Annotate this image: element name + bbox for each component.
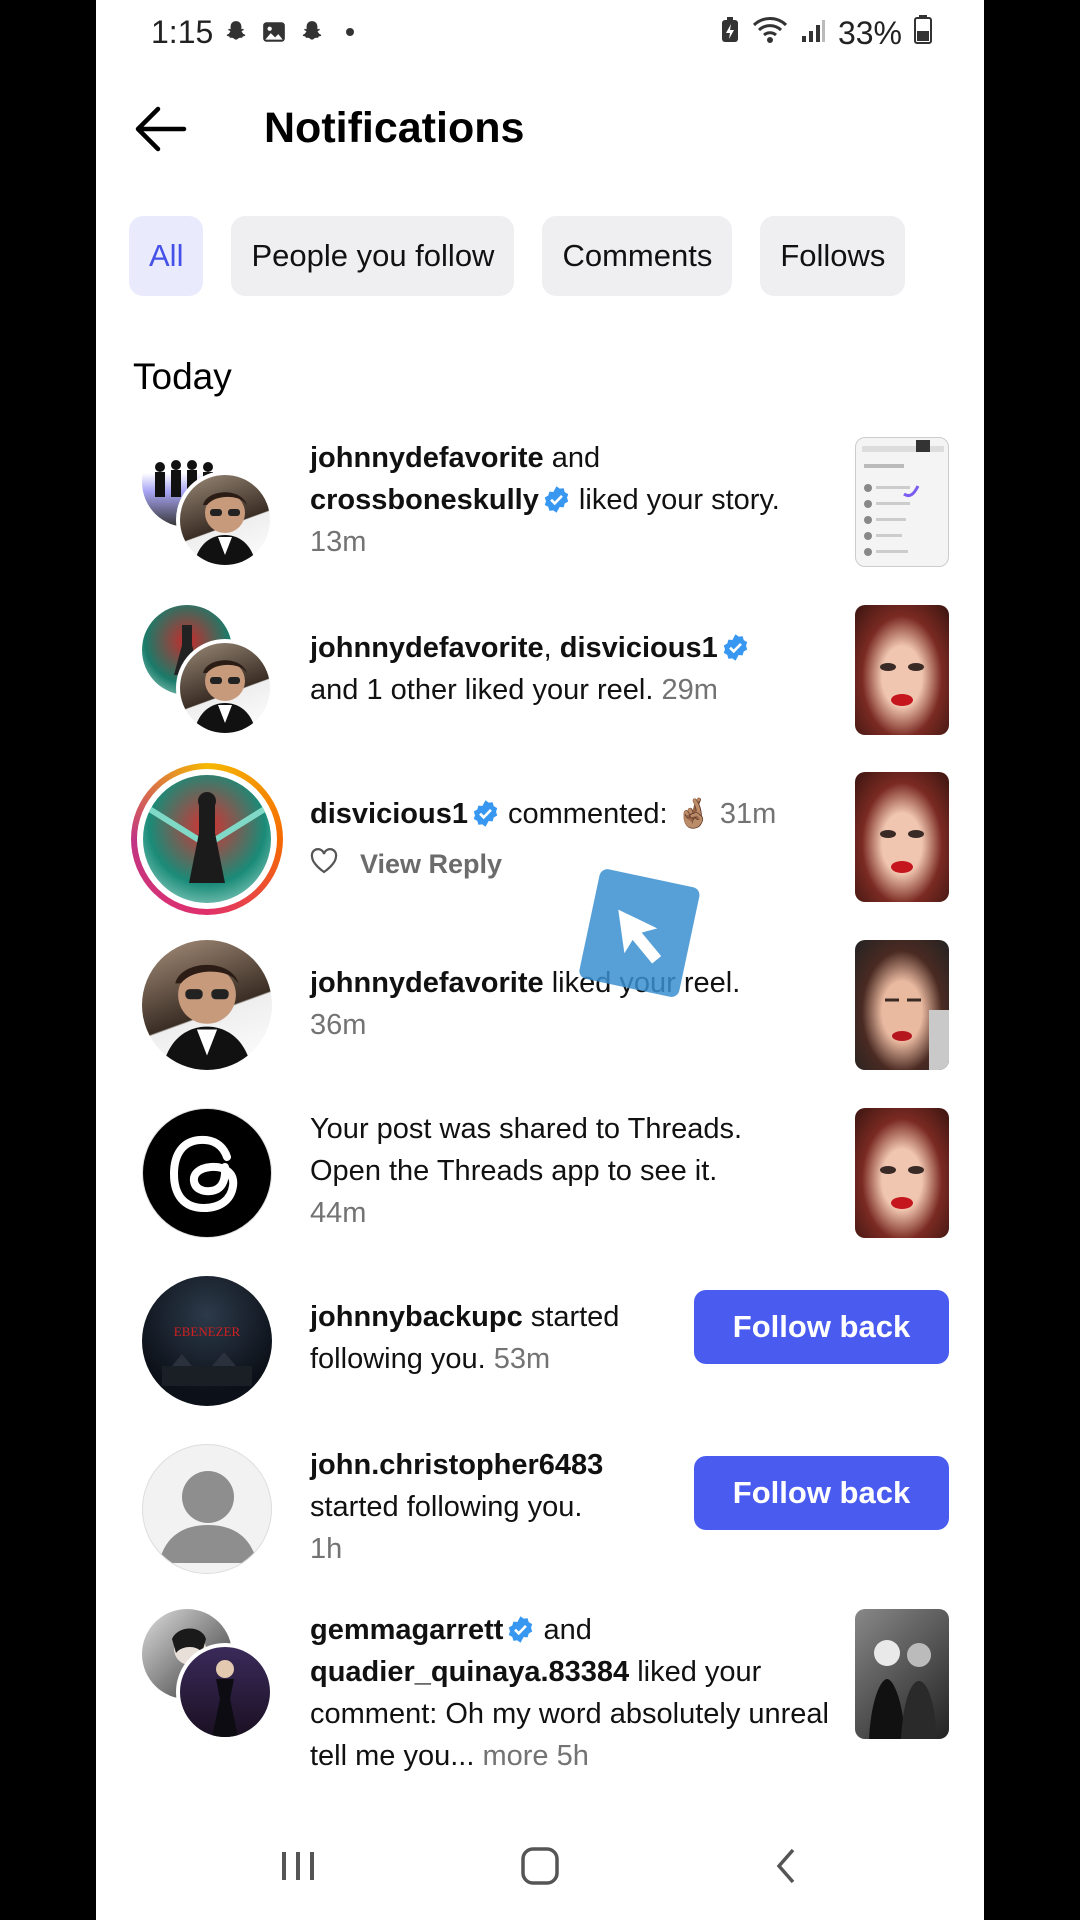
pointer-cursor-icon (564, 855, 714, 1015)
recents-icon[interactable] (268, 1836, 328, 1896)
snapchat-icon (298, 18, 326, 46)
tab-all[interactable]: All (129, 216, 204, 296)
timestamp: 29m (661, 674, 718, 706)
timestamp: 31m (719, 798, 777, 830)
notification-row[interactable]: john.christopher6483 started following y… (96, 1444, 984, 1574)
gallery-icon (260, 18, 288, 46)
filter-tabs: All People you follow Comments Follows (129, 216, 906, 296)
more-link[interactable]: more (474, 1740, 548, 1772)
tab-comments[interactable]: Comments (542, 216, 733, 296)
app-header: Notifications (96, 90, 984, 170)
username[interactable]: johnnybackupc (310, 1301, 523, 1333)
threads-logo-icon[interactable] (142, 1108, 272, 1238)
reel-thumbnail[interactable] (855, 1108, 949, 1238)
timestamp: 44m (310, 1197, 367, 1229)
reel-thumbnail[interactable] (855, 940, 949, 1070)
notification-row[interactable]: EBENEZER johnnybackupc started following… (96, 1276, 984, 1406)
timestamp: 13m (310, 526, 367, 558)
status-bar: 1:15 33% (96, 0, 984, 70)
back-arrow-icon[interactable] (132, 104, 188, 154)
status-system-icons: 33% (720, 14, 932, 52)
notification-row[interactable]: johnnydefavorite, disvicious1 and 1 othe… (96, 605, 984, 737)
username[interactable]: crossboneskully (310, 484, 539, 516)
reply-actions: View Reply (310, 848, 502, 881)
verified-badge-icon (542, 484, 571, 513)
avatar[interactable]: EBENEZER (142, 1276, 272, 1406)
avatar[interactable] (142, 940, 272, 1070)
follow-back-button[interactable]: Follow back (694, 1456, 949, 1530)
avatar[interactable] (176, 1643, 274, 1741)
signal-icon (800, 15, 826, 52)
status-time: 1:15 (151, 14, 214, 50)
username[interactable]: johnnydefavorite (310, 442, 544, 474)
tab-people-you-follow[interactable]: People you follow (231, 216, 515, 296)
notification-row[interactable]: johnnydefavorite liked your reel. 36m (96, 940, 984, 1070)
timestamp: 1h (310, 1533, 343, 1565)
notification-row[interactable]: gemmagarrett and quadier_quinaya.83384 l… (96, 1609, 984, 1779)
battery-saver-icon (720, 15, 740, 52)
heart-icon[interactable] (310, 848, 338, 881)
system-nav-bar (96, 1808, 984, 1920)
avatar[interactable] (176, 639, 274, 737)
tab-follows[interactable]: Follows (760, 216, 906, 296)
notifications-screen: 1:15 33% Notifications All People you fo… (96, 0, 984, 1920)
verified-badge-icon (506, 1614, 535, 1643)
battery-percent: 33% (837, 14, 902, 51)
username[interactable]: john.christopher6483 (310, 1449, 603, 1481)
timestamp: 53m (493, 1343, 551, 1375)
username[interactable]: johnnydefavorite (310, 967, 544, 999)
verified-badge-icon (721, 632, 750, 661)
username[interactable]: johnnydefavorite (310, 632, 544, 664)
follow-back-button[interactable]: Follow back (694, 1290, 949, 1364)
avatar[interactable] (176, 471, 274, 569)
story-thumbnail[interactable] (855, 437, 949, 567)
post-thumbnail[interactable] (855, 1609, 949, 1739)
back-nav-icon[interactable] (756, 1836, 816, 1896)
username[interactable]: gemmagarrett (310, 1614, 503, 1646)
page-title: Notifications (264, 104, 525, 152)
battery-icon (914, 14, 932, 52)
avatar-story-ring[interactable] (131, 763, 283, 915)
reel-thumbnail[interactable] (855, 772, 949, 902)
notification-row[interactable]: johnnydefavorite and crossboneskully lik… (96, 437, 984, 569)
username[interactable]: disvicious1 (560, 632, 718, 664)
view-reply-link[interactable]: View Reply (360, 849, 502, 880)
reel-thumbnail[interactable] (855, 605, 949, 735)
snapchat-icon (222, 18, 250, 46)
dot-icon (336, 18, 364, 46)
home-icon[interactable] (510, 1836, 570, 1896)
svg-text:EBENEZER: EBENEZER (174, 1324, 241, 1339)
notification-row[interactable]: disvicious1 commented: 🤞🏽 31m View Reply (96, 763, 984, 915)
section-heading-today: Today (133, 356, 232, 397)
notification-row[interactable]: Your post was shared to Threads. Open th… (96, 1108, 984, 1238)
status-notification-icons (222, 18, 364, 46)
verified-badge-icon (471, 798, 500, 827)
wifi-icon (752, 14, 788, 52)
username[interactable]: disvicious1 (310, 798, 468, 830)
username[interactable]: quadier_quinaya.83384 (310, 1656, 629, 1688)
timestamp: 36m (310, 1009, 367, 1041)
avatar[interactable] (142, 1444, 272, 1574)
timestamp: 5h (556, 1740, 589, 1772)
